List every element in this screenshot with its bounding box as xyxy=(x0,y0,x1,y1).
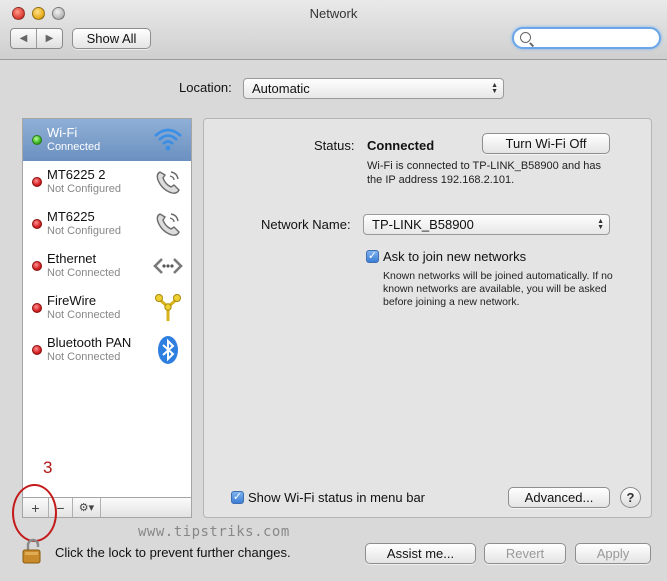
service-list: Wi-Fi Connected MT6225 2 Not Configured MT62… xyxy=(22,118,192,498)
service-status: Not Configured xyxy=(47,225,121,237)
service-item[interactable]: Wi-Fi Connected xyxy=(23,119,191,161)
status-dot xyxy=(32,135,42,145)
wifi-icon xyxy=(152,124,184,156)
service-item[interactable]: Bluetooth PAN Not Connected xyxy=(23,329,191,371)
revert-button[interactable]: Revert xyxy=(484,543,566,564)
search-field[interactable] xyxy=(512,27,661,49)
firewire-icon xyxy=(152,292,184,324)
ask-to-join-checkbox[interactable]: ✓ xyxy=(366,250,379,263)
status-dot xyxy=(32,177,42,187)
back-forward-control: ◀ ▶ xyxy=(10,28,63,49)
service-item[interactable]: Ethernet Not Connected xyxy=(23,245,191,287)
service-name: FireWire xyxy=(47,293,97,308)
status-dot xyxy=(32,219,42,229)
service-status: Not Connected xyxy=(47,309,121,321)
service-item[interactable]: FireWire Not Connected xyxy=(23,287,191,329)
watermark: www.tipstriks.com xyxy=(138,524,290,540)
popup-arrows-icon: ▲ ▼ xyxy=(491,81,498,95)
ask-to-join-description: Known networks will be joined automatica… xyxy=(383,270,613,308)
service-item[interactable]: MT6225 Not Configured xyxy=(23,203,191,245)
back-button[interactable]: ◀ xyxy=(11,29,36,48)
lock-icon[interactable] xyxy=(21,538,45,564)
bluetooth-icon xyxy=(152,334,184,366)
action-menu-button[interactable]: ⚙▾ xyxy=(73,498,101,517)
status-description: Wi-Fi is connected to TP-LINK_B58900 and… xyxy=(367,160,601,186)
location-popup[interactable]: Automatic ▲ ▼ xyxy=(243,78,504,99)
status-dot xyxy=(32,303,42,313)
apply-button[interactable]: Apply xyxy=(575,543,651,564)
annotation-number: 3 xyxy=(43,458,53,477)
network-name-popup[interactable]: TP-LINK_B58900 ▲ ▼ xyxy=(363,214,610,235)
search-input[interactable] xyxy=(534,30,654,46)
ask-to-join-label: Ask to join new networks xyxy=(383,249,527,264)
show-wifi-status-label: Show Wi-Fi status in menu bar xyxy=(248,490,426,505)
location-value: Automatic xyxy=(252,81,310,96)
status-dot xyxy=(32,345,42,355)
show-all-button[interactable]: Show All xyxy=(72,28,151,49)
forward-button[interactable]: ▶ xyxy=(36,29,62,48)
service-status: Not Connected xyxy=(47,351,121,363)
service-name: MT6225 2 xyxy=(47,167,106,182)
service-name: Ethernet xyxy=(47,251,97,266)
lock-text: Click the lock to prevent further change… xyxy=(55,545,291,560)
location-label: Location: xyxy=(179,80,232,95)
service-status: Not Connected xyxy=(47,267,121,279)
status-value: Connected xyxy=(367,138,435,153)
search-icon xyxy=(520,32,531,43)
phone-icon xyxy=(152,166,184,198)
network-name-value: TP-LINK_B58900 xyxy=(372,217,474,232)
service-status: Connected xyxy=(47,141,101,153)
status-label: Status: xyxy=(314,138,355,153)
network-name-label: Network Name: xyxy=(261,217,351,232)
window-titlebar: Network ◀ ▶ Show All xyxy=(0,0,667,60)
help-button[interactable]: ? xyxy=(620,487,641,508)
service-name: MT6225 xyxy=(47,209,95,224)
status-dot xyxy=(32,261,42,271)
advanced-button[interactable]: Advanced... xyxy=(508,487,610,508)
service-item[interactable]: MT6225 2 Not Configured xyxy=(23,161,191,203)
turn-wifi-off-button[interactable]: Turn Wi-Fi Off xyxy=(482,133,610,154)
assist-me-button[interactable]: Assist me... xyxy=(365,543,476,564)
popup-arrows-icon: ▲ ▼ xyxy=(597,217,604,231)
ethernet-icon xyxy=(152,250,184,282)
window-title: Network xyxy=(309,6,358,21)
service-name: Bluetooth PAN xyxy=(47,335,132,350)
phone-icon xyxy=(152,208,184,240)
annotation-circle xyxy=(12,484,57,542)
show-wifi-status-checkbox[interactable]: ✓ xyxy=(231,491,244,504)
service-status: Not Configured xyxy=(47,183,121,195)
service-name: Wi-Fi xyxy=(47,125,78,140)
